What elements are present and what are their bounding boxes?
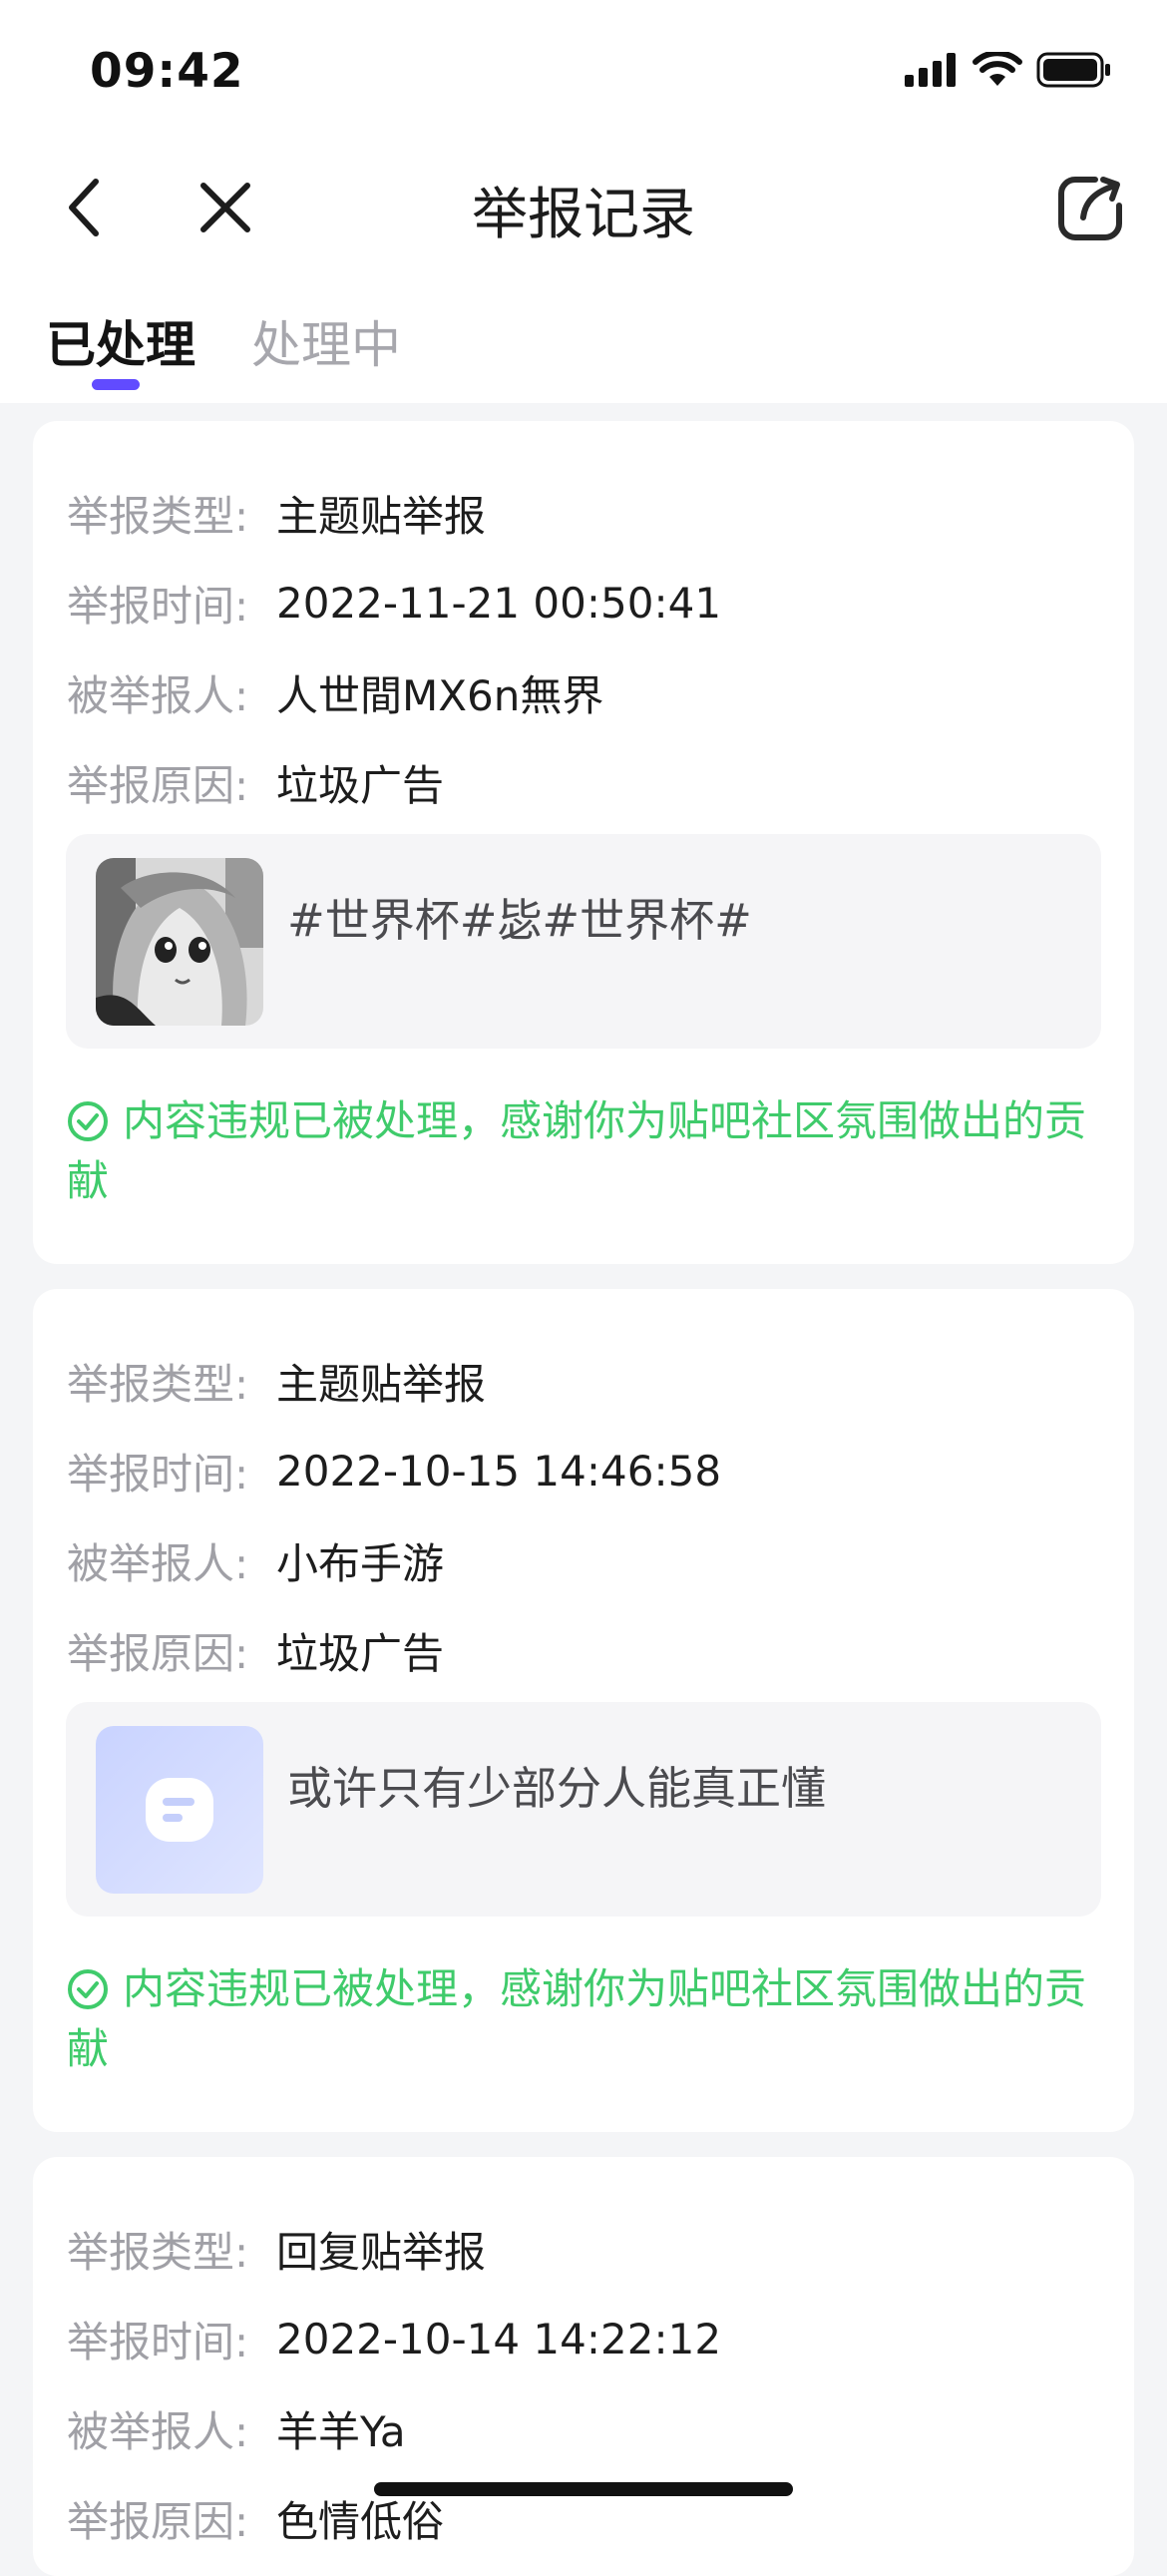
- post-preview-text: #世界杯#毖#世界杯#: [287, 894, 752, 947]
- report-type-row: 举报类型: 回复贴举报: [67, 2219, 486, 2279]
- check-circle-icon: [68, 1969, 108, 2009]
- reported-user-label: 被举报人:: [67, 2406, 249, 2456]
- status-icons: [905, 52, 1112, 88]
- report-type-label: 举报类型:: [67, 2227, 249, 2277]
- result-message: 内容违规已被处理，感谢你为贴吧社区氛围做出的贡献: [67, 1959, 1104, 2079]
- share-icon: [1058, 177, 1122, 240]
- reported-user-value: 人世間MX6n無界: [276, 670, 604, 720]
- report-time-value: 2022-11-21 00:50:41: [276, 578, 722, 628]
- check-circle-icon: [68, 1101, 108, 1141]
- report-reason-label: 举报原因:: [67, 760, 249, 810]
- anime-avatar-image: [96, 858, 263, 1026]
- report-time-label: 举报时间:: [67, 2317, 249, 2366]
- reported-user-value: 羊羊Ya: [276, 2406, 406, 2456]
- post-thumbnail: [96, 1726, 263, 1894]
- tab-processing[interactable]: 处理中: [251, 305, 401, 377]
- report-reason-row: 举报原因: 垃圾广告: [67, 1620, 444, 1680]
- report-time-row: 举报时间: 2022-11-21 00:50:41: [67, 573, 721, 633]
- result-text: 内容违规已被处理，感谢你为贴吧社区氛围做出的贡献: [67, 1096, 1087, 1205]
- report-reason-row: 举报原因: 垃圾广告: [67, 752, 444, 812]
- report-reason-value: 垃圾广告: [276, 760, 445, 810]
- reported-user-label: 被举报人:: [67, 1538, 249, 1588]
- tab-bar: 已处理 处理中: [0, 299, 1167, 399]
- report-type-row: 举报类型: 主题贴举报: [67, 483, 486, 543]
- report-reason-label: 举报原因:: [67, 1628, 249, 1678]
- reported-user-value: 小布手游: [276, 1538, 445, 1588]
- report-time-row: 举报时间: 2022-10-15 14:46:58: [67, 1441, 721, 1501]
- report-time-value: 2022-10-15 14:46:58: [276, 1446, 722, 1496]
- report-type-value: 回复贴举报: [276, 2227, 487, 2277]
- page-title: 举报记录: [472, 183, 695, 247]
- report-reason-value: 色情低俗: [276, 2496, 445, 2546]
- report-reason-row: 举报原因: 色情低俗: [67, 2488, 444, 2548]
- report-type-label: 举报类型:: [67, 491, 249, 541]
- report-time-label: 举报时间:: [67, 581, 249, 631]
- report-card[interactable]: 举报类型: 回复贴举报 举报时间: 2022-10-14 14:22:12 被举…: [33, 2157, 1134, 2576]
- post-thumbnail: [96, 858, 263, 1026]
- reported-user-label: 被举报人:: [67, 670, 249, 720]
- home-indicator: [374, 2482, 793, 2496]
- header-area: 09:42 举报记录 已处理 处理中: [0, 0, 1167, 403]
- report-time-value: 2022-10-14 14:22:12: [276, 2314, 722, 2363]
- reported-user-row: 被举报人: 人世間MX6n無界: [67, 662, 603, 722]
- report-type-value: 主题贴举报: [276, 1359, 487, 1409]
- battery-icon: [1036, 52, 1110, 88]
- post-preview[interactable]: #世界杯#毖#世界杯#: [66, 834, 1101, 1049]
- status-time: 09:42: [90, 44, 244, 99]
- post-preview-text: 或许只有少部分人能真正懂: [287, 1762, 827, 1815]
- cellular-signal-icon: [905, 53, 956, 87]
- report-time-label: 举报时间:: [67, 1449, 249, 1499]
- report-time-row: 举报时间: 2022-10-14 14:22:12: [67, 2309, 721, 2368]
- post-preview[interactable]: 或许只有少部分人能真正懂: [66, 1702, 1101, 1917]
- wifi-icon: [972, 52, 1022, 86]
- report-type-value: 主题贴举报: [276, 491, 487, 541]
- report-reason-value: 垃圾广告: [276, 1628, 445, 1678]
- status-bar: 09:42: [0, 0, 1167, 140]
- report-reason-label: 举报原因:: [67, 2496, 249, 2546]
- result-message: 内容违规已被处理，感谢你为贴吧社区氛围做出的贡献: [67, 1091, 1104, 1211]
- share-button[interactable]: [1051, 168, 1131, 247]
- result-text: 内容违规已被处理，感谢你为贴吧社区氛围做出的贡献: [67, 1964, 1087, 2073]
- reported-user-row: 被举报人: 羊羊Ya: [67, 2398, 406, 2458]
- tab-processed[interactable]: 已处理: [46, 305, 195, 377]
- report-card[interactable]: 举报类型: 主题贴举报 举报时间: 2022-10-15 14:46:58 被举…: [33, 1289, 1134, 2132]
- report-card[interactable]: 举报类型: 主题贴举报 举报时间: 2022-11-21 00:50:41 被举…: [33, 421, 1134, 1264]
- report-type-label: 举报类型:: [67, 1359, 249, 1409]
- active-tab-indicator: [92, 379, 140, 390]
- nav-bar: 举报记录: [0, 140, 1167, 274]
- reported-user-row: 被举报人: 小布手游: [67, 1530, 444, 1590]
- post-placeholder-icon: [96, 1726, 263, 1894]
- report-type-row: 举报类型: 主题贴举报: [67, 1351, 486, 1411]
